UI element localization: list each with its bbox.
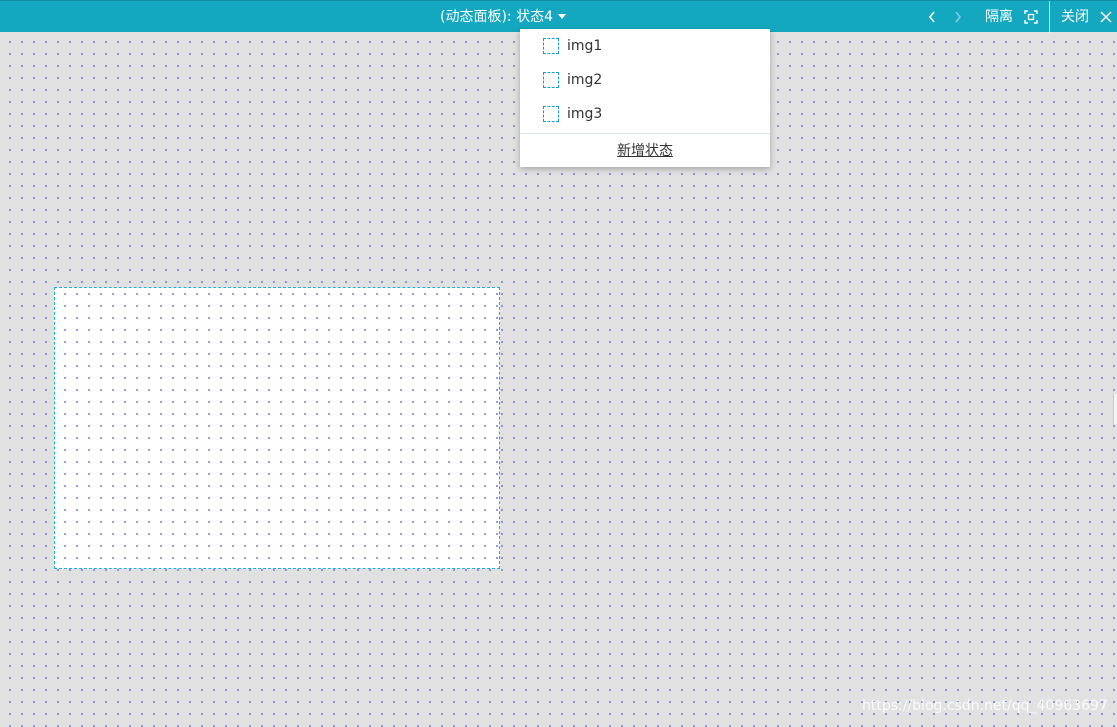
dynamic-panel-toolbar: (动态面板): 状态4 隔离 关闭 — [0, 0, 1117, 33]
dashed-box-icon — [543, 38, 559, 54]
caret-down-icon — [558, 13, 567, 19]
dropdown-item-state[interactable]: img3 — [520, 97, 770, 131]
close-icon[interactable] — [1100, 11, 1112, 23]
add-state-link[interactable]: 新增状态 — [520, 135, 770, 167]
chevron-right-icon — [955, 11, 962, 23]
watermark-text: https://blog.csdn.net/qq_40963697 — [862, 698, 1108, 714]
chevron-left-icon — [928, 11, 935, 23]
dropdown-item-state[interactable]: img2 — [520, 63, 770, 97]
panel-type-label: (动态面板): — [440, 9, 512, 25]
dashed-box-icon — [543, 72, 559, 88]
dynamic-panel-area[interactable] — [54, 287, 500, 569]
dropdown-item-label: img3 — [567, 106, 603, 122]
dropdown-item-label: img1 — [567, 38, 603, 54]
next-state-button[interactable] — [948, 1, 968, 33]
previous-state-button[interactable] — [922, 1, 942, 33]
dropdown-item-state[interactable]: img1 — [520, 29, 770, 63]
dashed-box-icon — [543, 106, 559, 122]
current-state-label: 状态4 — [516, 9, 554, 25]
isolate-button[interactable]: 隔离 — [985, 1, 1013, 33]
right-panel-toggle-handle[interactable] — [1113, 394, 1117, 424]
dropdown-divider — [520, 133, 770, 134]
focus-frame-icon[interactable] — [1024, 10, 1038, 24]
dropdown-item-label: img2 — [567, 72, 603, 88]
toolbar-divider — [1049, 1, 1050, 33]
close-button[interactable]: 关闭 — [1061, 1, 1089, 33]
state-dropdown-menu: img1 img2 img3 新增状态 — [520, 29, 770, 167]
